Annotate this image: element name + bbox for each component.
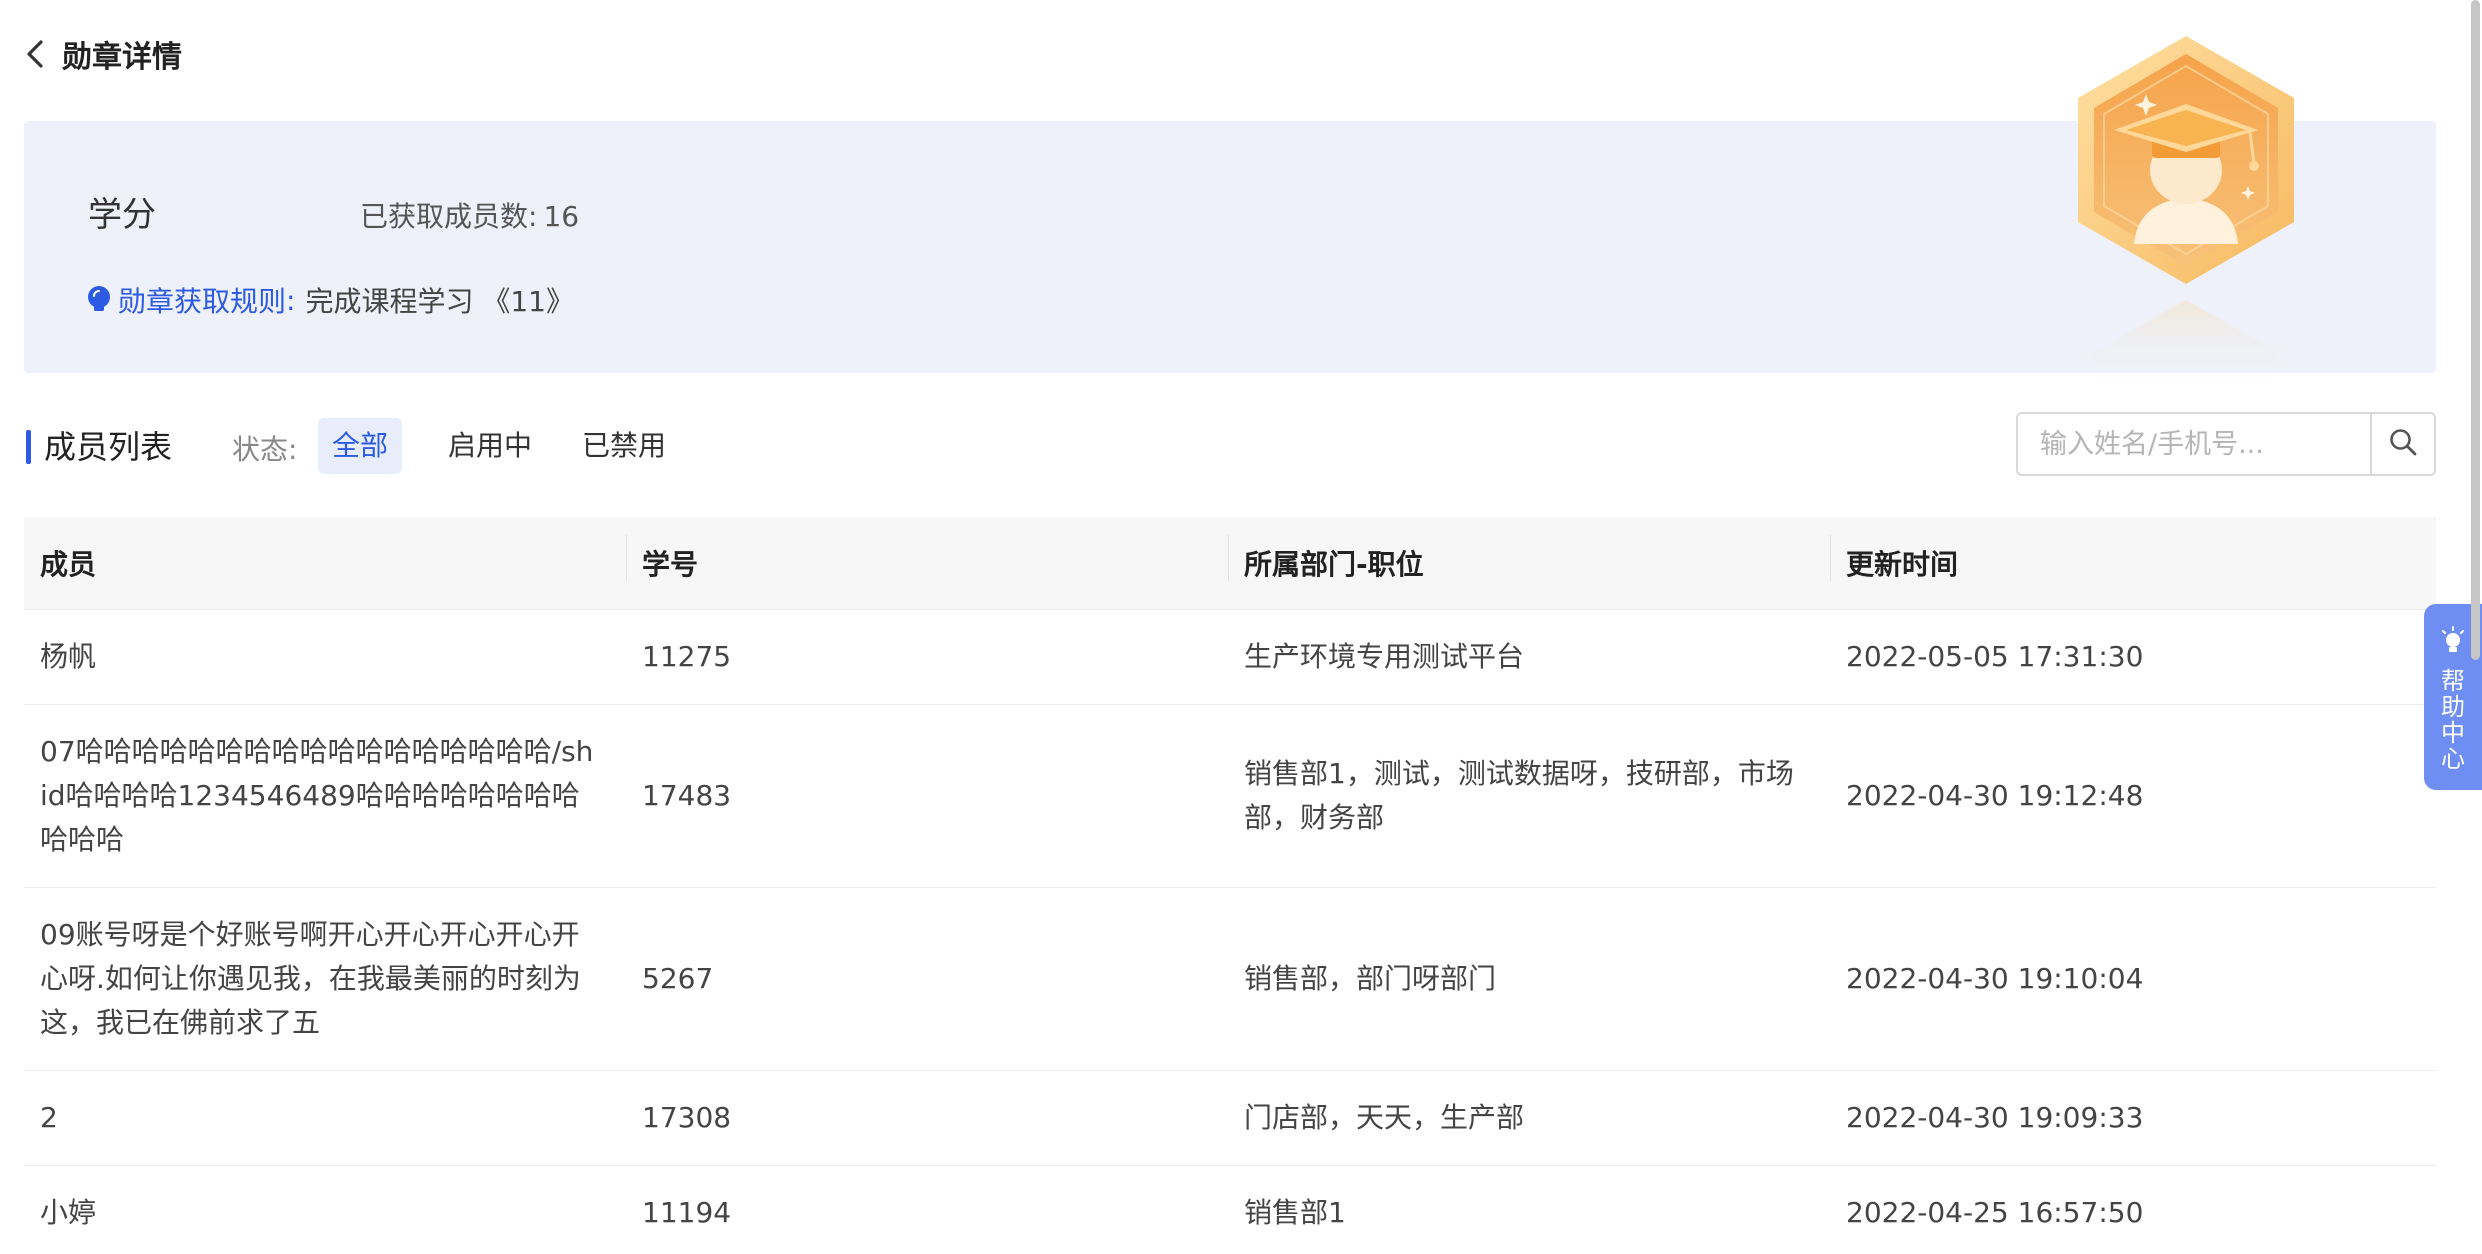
column-header-department: 所属部门-职位 [1228,535,1830,583]
filter-all[interactable]: 全部 [318,418,403,474]
rule-colon: : [286,283,296,317]
lightbulb-icon [86,285,112,315]
cell-student-id: 17483 [642,779,732,812]
table-row: 07哈哈哈哈哈哈哈哈哈哈哈哈哈哈哈哈哈/shid哈哈哈哈1234546489哈哈… [24,705,2436,888]
cell-updated-time: 2022-04-30 19:12:48 [1846,779,2144,812]
help-center-label: 帮助中心 [2441,667,2465,773]
cell-student-id: 11194 [642,1196,732,1229]
cell-member: 07哈哈哈哈哈哈哈哈哈哈哈哈哈哈哈哈哈/shid哈哈哈哈1234546489哈哈… [40,735,594,856]
column-header-updated-time: 更新时间 [1830,535,2436,583]
table-row: 小婷 11194 销售部1 2022-04-25 16:57:50 [24,1166,2436,1254]
rule-value: 完成课程学习 《11》 [305,285,574,318]
medal-icon [2068,32,2304,382]
table-row: 杨帆 11275 生产环境专用测试平台 2022-05-05 17:31:30 [24,610,2436,705]
cell-department: 生产环境专用测试平台 [1244,640,1525,673]
cell-member: 09账号呀是个好账号啊开心开心开心开心开心呀.如何让你遇见我，在我最美丽的时刻为… [40,918,581,1039]
cell-updated-time: 2022-05-05 17:31:30 [1846,640,2144,673]
cell-department: 销售部1，测试，测试数据呀，技研部，市场部，财务部 [1244,757,1794,834]
search-icon [2388,427,2418,461]
earned-member-count: 已获取成员数: 16 [360,195,579,235]
member-list-header: 成员列表 状态: 全部 启用中 已禁用 [24,412,2436,478]
cell-department: 销售部1 [1244,1196,1346,1229]
badge-rule: 勋章获取规则 : 完成课程学习 《11》 [86,280,574,320]
title-accent-bar [26,430,31,464]
member-table: 成员 学号 所属部门-职位 更新时间 杨帆 11275 生产环境专用测试平台 2… [24,517,2436,1254]
status-filter-label: 状态: [232,433,298,466]
earned-count: 16 [543,200,580,233]
rule-label: 勋章获取规则 [118,285,287,318]
cell-department: 门店部，天天，生产部 [1244,1101,1525,1134]
earned-label: 已获取成员数: [360,200,538,233]
search-input[interactable] [2018,414,2370,474]
table-row: 09账号呀是个好账号啊开心开心开心开心开心呀.如何让你遇见我，在我最美丽的时刻为… [24,888,2436,1071]
cell-student-id: 5267 [642,962,714,995]
search-box [2016,412,2436,476]
filter-enabled[interactable]: 启用中 [434,418,546,474]
column-header-member: 成员 [40,548,97,581]
page-title: 勋章详情 [62,40,182,75]
table-header: 成员 学号 所属部门-职位 更新时间 [24,517,2436,610]
badge-name: 学分 [88,195,156,235]
back-arrow-icon[interactable] [24,34,52,74]
page-header: 勋章详情 [24,28,182,80]
cell-student-id: 17308 [642,1101,732,1134]
badge-detail-page: 勋章详情 学分 已获取成员数:16 勋章获取规则 : 完成课程学习 《11》 [0,0,2482,1254]
help-bulb-icon [2440,626,2466,660]
cell-member: 小婷 [40,1196,97,1229]
cell-updated-time: 2022-04-30 19:10:04 [1846,962,2144,995]
member-list-title: 成员列表 [44,428,173,466]
cell-updated-time: 2022-04-30 19:09:33 [1846,1101,2144,1134]
cell-member: 杨帆 [40,640,97,673]
search-button[interactable] [2370,414,2434,474]
cell-member: 2 [40,1101,58,1134]
column-header-student-id: 学号 [626,535,1228,583]
scrollbar-thumb[interactable] [2471,0,2480,660]
table-row: 2 17308 门店部，天天，生产部 2022-04-30 19:09:33 [24,1071,2436,1166]
cell-updated-time: 2022-04-25 16:57:50 [1846,1196,2144,1229]
cell-student-id: 11275 [642,640,732,673]
cell-department: 销售部，部门呀部门 [1244,962,1497,995]
filter-disabled[interactable]: 已禁用 [568,418,680,474]
